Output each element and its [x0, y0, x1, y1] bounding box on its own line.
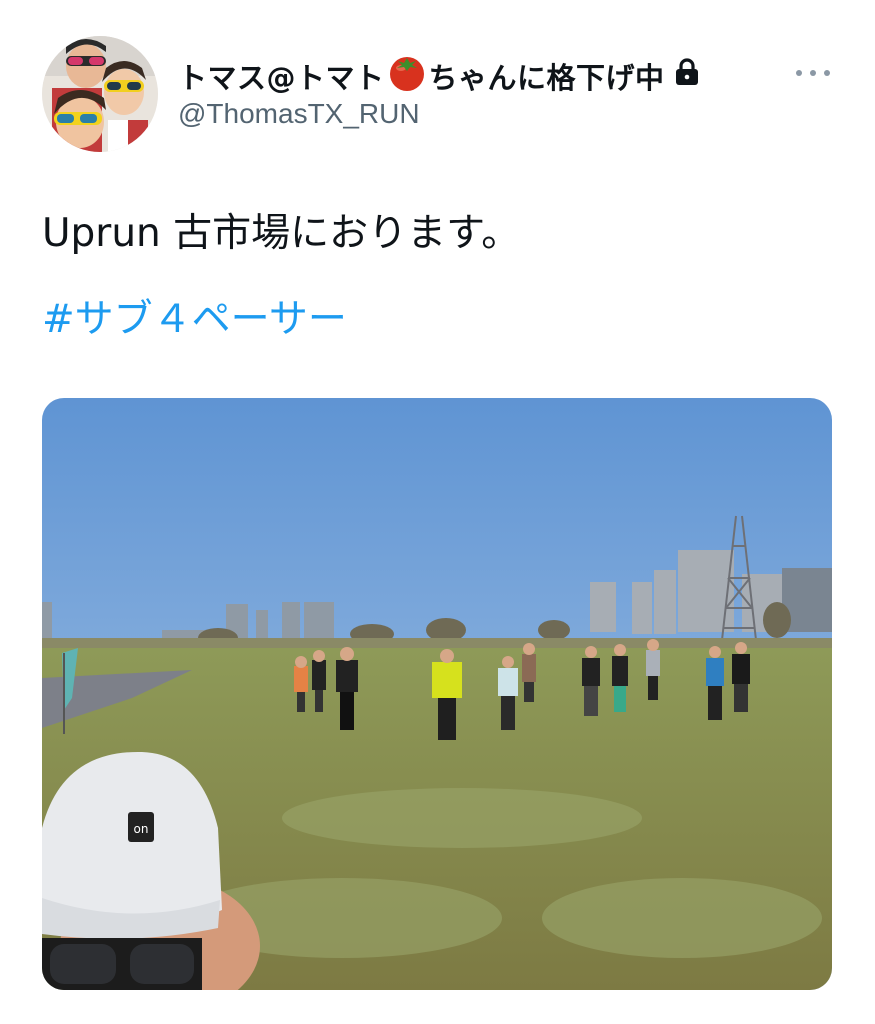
svg-text:on: on: [134, 822, 149, 836]
display-name-part2: ちゃんに格下げ中: [428, 60, 665, 95]
tweet-photo[interactable]: on: [42, 398, 832, 990]
user-handle[interactable]: @ThomasTX_RUN: [178, 98, 420, 130]
display-name-part1: トマス@トマト: [178, 60, 385, 95]
hashtag-link[interactable]: #サブ４ペーサー: [42, 292, 347, 348]
lock-icon: [673, 57, 701, 94]
display-name[interactable]: トマス@トマト ちゃんに格下げ中: [178, 52, 701, 99]
profile-avatar[interactable]: [42, 36, 158, 152]
tomato-emoji-icon: [387, 52, 427, 99]
more-dot: [796, 70, 802, 76]
more-options-icon[interactable]: [796, 64, 830, 82]
more-dot: [810, 70, 816, 76]
more-dot: [824, 70, 830, 76]
tweet-text: Uprun 古市場におります。: [42, 211, 521, 256]
